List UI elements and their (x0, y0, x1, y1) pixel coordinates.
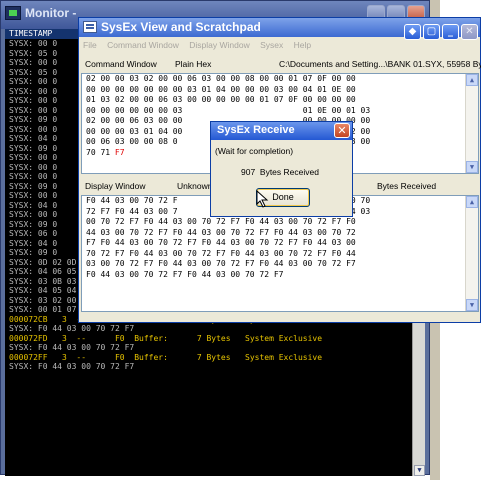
command-scrollbar[interactable]: ▲ ▼ (465, 74, 478, 173)
sysex-receive-dialog[interactable]: SysEx Receive ✕ (Wait for completion) 90… (210, 121, 353, 217)
hex-bytes (187, 106, 303, 115)
sysex-app-icon (83, 21, 97, 33)
hex-row: 70 72 F7 F0 44 03 00 70 72 F7 F0 44 03 0… (82, 249, 478, 260)
scroll-down-icon[interactable]: ▼ (466, 299, 478, 311)
hex-row: 02 00 00 03 02 00 00 06 03 00 00 08 00 0… (82, 74, 478, 85)
hex-bytes: F0 44 03 00 70 72 F (86, 196, 178, 205)
monitor-title: Monitor - (25, 6, 77, 20)
menu-bar: File Command Window Display Window Sysex… (79, 37, 480, 54)
bytes-received-label: Bytes Received (377, 181, 437, 191)
hex-bytes: 00 70 72 F7 F0 44 03 00 70 72 F7 F0 44 0… (86, 217, 356, 226)
scroll-down-icon[interactable]: ▼ (466, 161, 478, 173)
sysex-title-bar[interactable]: SysEx View and Scratchpad ◆ ▢ _ ✕ (79, 18, 480, 40)
monitor-app-icon (5, 6, 21, 20)
hex-row: 00 00 00 00 00 00 03 01 0E 00 01 03 (82, 106, 478, 117)
menu-command-window[interactable]: Command Window (107, 40, 179, 50)
log-line: SYSX: F0 44 03 00 70 72 F7 (9, 324, 135, 333)
hex-row: F0 44 03 00 70 72 F7 F0 44 03 00 70 72 F… (82, 270, 478, 281)
hex-bytes: 70 72 F7 F0 44 03 00 70 72 F7 F0 44 03 0… (86, 248, 356, 258)
hex-bytes: 00 00 00 00 00 00 00 03 01 04 00 00 00 0… (86, 84, 356, 94)
hex-bytes: F0 44 03 00 70 72 F7 F0 44 03 00 70 72 F… (86, 269, 284, 279)
hex-bytes: 02 00 00 06 03 00 00 (86, 116, 188, 125)
hex-bytes: 01 0E 00 01 03 (302, 105, 371, 115)
hex-row: 03 00 70 72 F7 F0 44 03 00 70 72 F7 F0 4… (82, 259, 478, 270)
sysex-title: SysEx View and Scratchpad (101, 20, 261, 34)
dialog-title: SysEx Receive (217, 124, 295, 136)
log-line: 000072FF 3 -- F0 Buffer: 7 Bytes System … (9, 352, 323, 362)
scroll-down-icon[interactable]: ▼ (414, 465, 425, 476)
hex-row: 00 00 00 00 00 00 00 03 01 04 00 00 00 0… (82, 85, 478, 96)
menu-help[interactable]: Help (294, 40, 311, 50)
hex-bytes: 00 00 00 03 01 04 00 (86, 126, 188, 136)
menu-file[interactable]: File (83, 40, 97, 50)
hex-row: 01 03 02 00 00 06 03 00 00 00 00 00 01 0… (82, 95, 478, 106)
hex-row: 44 03 00 70 72 F7 F0 44 03 00 70 72 F7 F… (82, 228, 478, 239)
hex-bytes: 00 06 03 00 00 08 0 (86, 137, 183, 146)
scroll-up-icon[interactable]: ▲ (466, 196, 478, 208)
log-line: 000072FD 3 -- F0 Buffer: 7 Bytes System … (9, 333, 323, 343)
close-icon[interactable]: ✕ (334, 123, 350, 138)
display-scrollbar[interactable]: ▲ ▼ (465, 196, 478, 311)
hex-row: F7 F0 44 03 00 70 72 F7 F0 44 03 00 70 7… (82, 238, 478, 249)
hex-bytes: 02 00 00 03 02 00 00 06 03 00 00 08 00 0… (86, 74, 356, 83)
done-button[interactable]: Done (256, 188, 310, 207)
menu-sysex[interactable]: Sysex (260, 40, 283, 50)
hex-bytes: F7 F0 44 03 00 70 72 F7 F0 44 03 00 70 7… (86, 238, 356, 247)
hex-row: 00 70 72 F7 F0 44 03 00 70 72 F7 F0 44 0… (82, 217, 478, 228)
bytes-received-count: 907 Bytes Received (241, 167, 319, 177)
file-path-label: C:\Documents and Setting...\BANK 01.SYX,… (279, 59, 481, 69)
hex-bytes: 44 03 00 70 72 F7 F0 44 03 00 70 72 F7 F… (86, 227, 356, 237)
command-format-label: Plain Hex (175, 59, 212, 69)
hex-bytes: 70 71 (86, 147, 115, 157)
hex-bytes: 72 F7 F0 44 03 00 7 (86, 206, 178, 216)
wait-message: (Wait for completion) (215, 146, 294, 156)
dialog-title-bar[interactable]: SysEx Receive ✕ (211, 122, 352, 140)
sysex-status-strip (81, 313, 479, 322)
command-pane-header: Command Window Plain Hex C:\Documents an… (81, 55, 481, 73)
command-pane-label: Command Window (85, 59, 157, 69)
scroll-up-icon[interactable]: ▲ (466, 74, 478, 86)
hex-bytes: 03 00 70 72 F7 F0 44 03 00 70 72 F7 F0 4… (86, 259, 356, 268)
menu-display-window[interactable]: Display Window (189, 40, 249, 50)
hex-bytes: 00 00 00 00 00 00 03 (86, 105, 188, 115)
hex-bytes: F7 (114, 147, 125, 157)
hex-bytes: 01 03 02 00 00 06 03 00 00 00 00 00 01 0… (86, 95, 356, 104)
log-line: SYSX: F0 44 03 00 70 72 F7 (9, 362, 135, 371)
log-line: SYSX: F0 44 03 00 70 72 F7 (9, 343, 135, 352)
display-format-label: Unknown (177, 181, 213, 191)
display-pane-label: Display Window (85, 181, 146, 191)
